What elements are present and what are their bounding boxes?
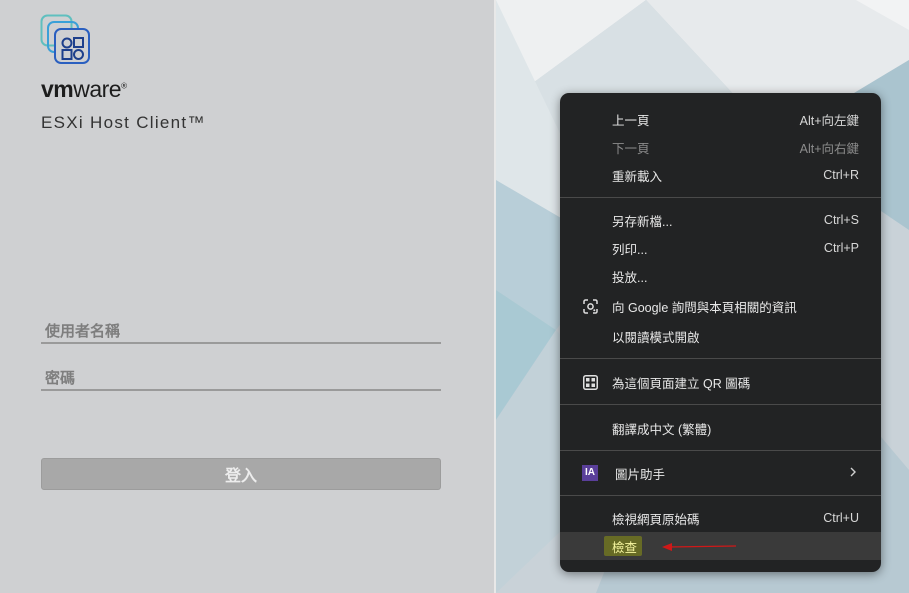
image-assistant-icon: IA: [582, 465, 598, 481]
menu-separator: [560, 358, 881, 359]
menu-item-label: 向 Google 詢問與本頁相關的資訊: [612, 300, 797, 315]
chevron-right-icon: [849, 466, 857, 480]
menu-item-qr-code[interactable]: 為這個頁面建立 QR 圖碼: [560, 368, 881, 396]
menu-item-view-source[interactable]: 檢視網頁原始碼 Ctrl+U: [560, 504, 881, 532]
login-panel: vmware® ESXi Host Client™ 登入: [0, 0, 494, 593]
menu-item-image-assistant[interactable]: IA 圖片助手: [560, 459, 881, 487]
menu-item-print[interactable]: 列印... Ctrl+P: [560, 234, 881, 262]
context-menu: 上一頁 Alt+向左鍵 下一頁 Alt+向右鍵 重新載入 Ctrl+R 另存新檔…: [560, 93, 881, 572]
menu-separator: [560, 450, 881, 451]
image-assistant-icon-text: IA: [582, 465, 598, 481]
menu-item-search-google[interactable]: 向 Google 詢問與本頁相關的資訊: [560, 292, 881, 320]
brand-mark: ®: [121, 81, 127, 91]
menu-item-save-as[interactable]: 另存新檔... Ctrl+S: [560, 206, 881, 234]
menu-item-shortcut: Ctrl+U: [823, 511, 859, 525]
menu-item-label: 投放...: [612, 270, 648, 285]
red-arrow-annotation: [662, 543, 737, 551]
menu-item-translate[interactable]: 翻譯成中文 (繁體): [560, 414, 881, 442]
menu-separator: [560, 197, 881, 198]
menu-item-shortcut: Ctrl+P: [823, 241, 859, 255]
menu-item-reading-mode[interactable]: 以閱讀模式開啟: [560, 322, 881, 350]
menu-item-label: 圖片助手: [615, 467, 666, 482]
password-input[interactable]: [41, 367, 441, 391]
menu-item-label: 下一頁: [612, 141, 650, 156]
menu-item-label: 檢查: [612, 540, 638, 555]
menu-separator: [560, 404, 881, 405]
menu-item-shortcut: Alt+向右鍵: [799, 141, 859, 156]
menu-separator: [560, 495, 881, 496]
menu-item-label: 重新載入: [612, 169, 663, 184]
product-title: ESXi Host Client™: [41, 113, 206, 132]
menu-item-cast[interactable]: 投放...: [560, 262, 881, 290]
google-lens-icon: [582, 298, 598, 314]
menu-item-label: 為這個頁面建立 QR 圖碼: [612, 376, 751, 391]
menu-item-label: 翻譯成中文 (繁體): [612, 422, 712, 437]
menu-item-label: 上一頁: [612, 113, 650, 128]
vmware-wordmark: vmware®: [41, 76, 127, 103]
brand-bold: vm: [41, 76, 74, 102]
menu-item-reload[interactable]: 重新載入 Ctrl+R: [560, 161, 881, 189]
menu-item-label: 以閱讀模式開啟: [612, 330, 700, 345]
menu-item-shortcut: Alt+向左鍵: [799, 113, 859, 128]
menu-item-shortcut: Ctrl+R: [823, 168, 859, 182]
menu-item-shortcut: Ctrl+S: [823, 213, 859, 227]
username-input[interactable]: [41, 320, 441, 344]
menu-item-label: 另存新檔...: [612, 214, 673, 229]
menu-item-label: 列印...: [612, 242, 648, 257]
menu-item-forward[interactable]: 下一頁 Alt+向右鍵: [560, 133, 881, 161]
login-button[interactable]: 登入: [41, 458, 441, 490]
brand-light: ware: [73, 76, 122, 102]
vmware-logo-icon: [40, 14, 90, 64]
menu-item-back[interactable]: 上一頁 Alt+向左鍵: [560, 105, 881, 133]
menu-item-label: 檢視網頁原始碼: [612, 512, 700, 527]
qr-code-icon: [582, 374, 598, 390]
